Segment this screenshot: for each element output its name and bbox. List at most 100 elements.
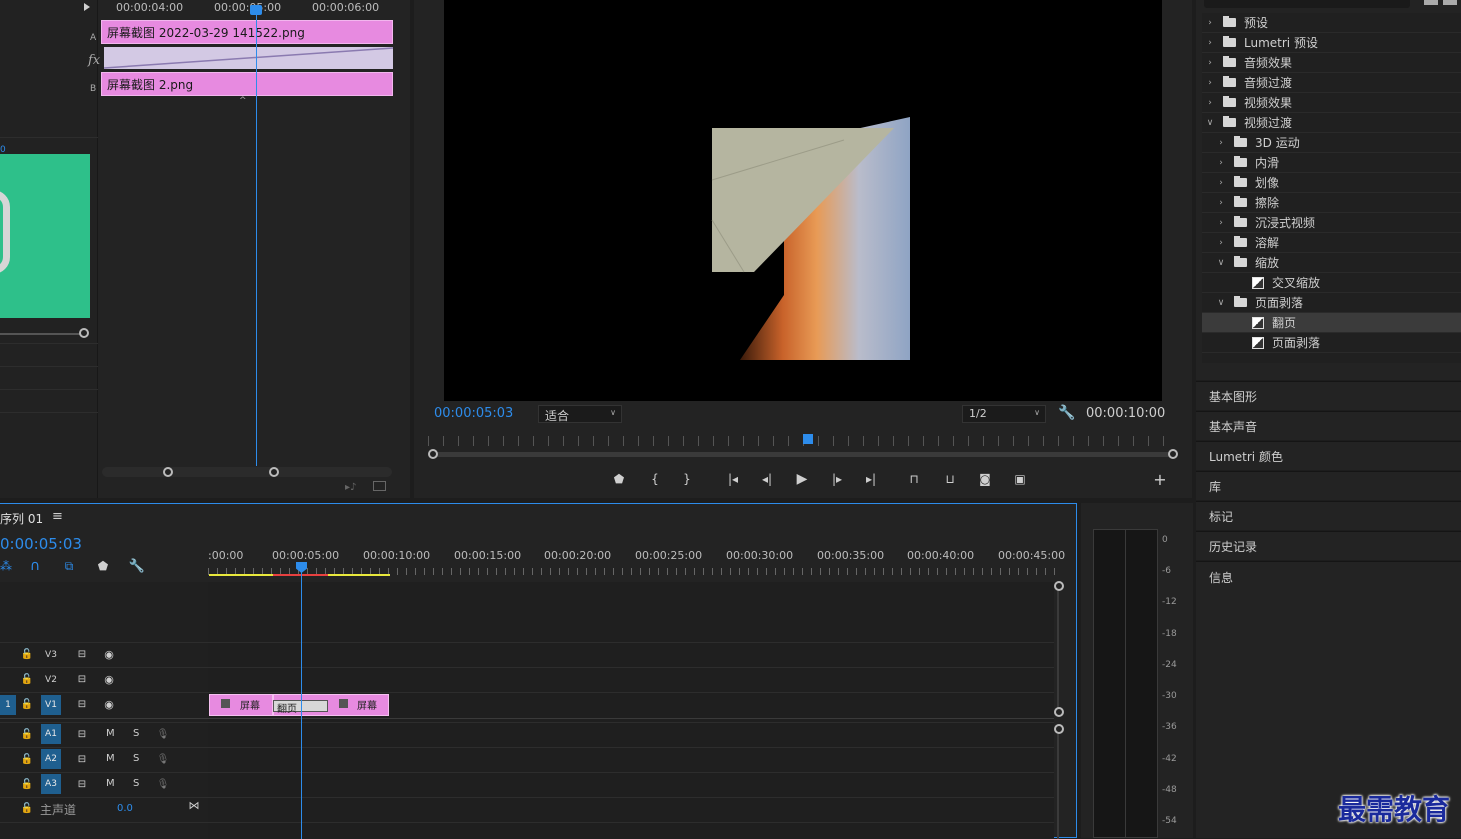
effects-folder[interactable]: › Lumetri 预设 [1202, 33, 1461, 53]
ec-zoom-handle-right[interactable] [269, 467, 279, 477]
lock-icon[interactable]: 🔓 [20, 801, 34, 815]
new-bin-icon[interactable] [1424, 0, 1438, 5]
microphone-icon[interactable]: 🎙 [157, 777, 170, 791]
sync-lock-icon[interactable]: ⊟ [74, 727, 90, 741]
transition-bar[interactable] [104, 47, 393, 69]
fit-select[interactable]: 适合 ∨ [538, 405, 622, 423]
insert-nest-icon[interactable]: ⁂ [0, 558, 12, 574]
chevron-right-icon[interactable]: › [1215, 138, 1227, 148]
effects-folder[interactable]: › 音频过渡 [1202, 73, 1461, 93]
chevron-right-icon[interactable]: › [1204, 18, 1216, 28]
track-a2-label[interactable]: A2 [41, 749, 61, 769]
add-marker-icon[interactable]: ⬟ [95, 558, 111, 574]
v1-clip-1[interactable]: 屏幕 [209, 694, 273, 716]
mute-button[interactable]: M [106, 728, 115, 739]
lock-icon[interactable]: 🔓 [20, 727, 34, 741]
effects-folder[interactable]: › 划像 [1202, 173, 1461, 193]
panel-history[interactable]: 历史记录 [1196, 531, 1461, 560]
sync-lock-icon[interactable]: ⊟ [74, 777, 90, 791]
mark-in-icon[interactable]: { [646, 470, 664, 488]
quality-select[interactable]: 1/2 ∨ [962, 405, 1046, 423]
chevron-right-icon[interactable]: › [1204, 38, 1216, 48]
effects-folder[interactable]: › 预设 [1202, 13, 1461, 33]
master-volume-value[interactable]: 0.0 [117, 803, 133, 814]
panel-libraries[interactable]: 库 [1196, 471, 1461, 500]
mute-button[interactable]: M [106, 778, 115, 789]
eye-icon[interactable]: ◉ [101, 672, 117, 686]
scroll-handle-mid[interactable] [1054, 707, 1064, 717]
ec-zoom-scrollbar[interactable] [102, 467, 392, 477]
ec-export-icon[interactable] [373, 481, 386, 491]
effect-item[interactable]: 翻页 [1202, 313, 1461, 333]
lock-icon[interactable]: 🔓 [20, 697, 34, 711]
effects-folder[interactable]: › 溶解 [1202, 233, 1461, 253]
track-a1-label[interactable]: A1 [41, 724, 61, 744]
new-preset-icon[interactable] [1443, 0, 1457, 5]
effects-folder[interactable]: › 音频效果 [1202, 53, 1461, 73]
compare-view-icon[interactable]: ▣ [1010, 470, 1030, 488]
effects-folder[interactable]: › 沉浸式视频 [1202, 213, 1461, 233]
panel-lumetri-color[interactable]: Lumetri 颜色 [1196, 441, 1461, 470]
preview-slider[interactable] [0, 333, 84, 335]
solo-button[interactable]: S [133, 778, 139, 789]
play-only-icon[interactable] [84, 3, 90, 11]
program-timecode[interactable]: 00:00:05:03 [434, 406, 513, 421]
button-editor-plus-icon[interactable]: + [1151, 470, 1169, 489]
lock-icon[interactable]: 🔓 [20, 647, 34, 661]
effects-folder[interactable]: › 擦除 [1202, 193, 1461, 213]
chevron-down-icon[interactable]: ∨ [1215, 258, 1227, 268]
go-to-in-icon[interactable]: |◂ [724, 470, 742, 488]
lift-icon[interactable]: ⊓ [904, 470, 924, 488]
extract-icon[interactable]: ⊔ [940, 470, 960, 488]
microphone-icon[interactable]: 🎙 [157, 752, 170, 766]
solo-button[interactable]: S [133, 753, 139, 764]
effects-folder[interactable]: ∨ 缩放 [1202, 253, 1461, 273]
scroll-handle-audio[interactable] [1054, 724, 1064, 734]
program-scrub-ticks[interactable] [428, 436, 1172, 446]
effect-item[interactable]: 页面剥落 [1202, 333, 1461, 353]
program-zoom-handle-left[interactable] [428, 449, 438, 459]
track-a3-label[interactable]: A3 [41, 774, 61, 794]
go-to-edit-icon[interactable]: ⋈ [186, 798, 202, 812]
chevron-right-icon[interactable]: › [1215, 158, 1227, 168]
add-marker-icon[interactable]: ⬟ [610, 470, 628, 488]
sync-lock-icon[interactable]: ⊟ [74, 672, 90, 686]
chevron-right-icon[interactable]: › [1215, 218, 1227, 228]
effects-folder[interactable]: ∨ 视频过渡 [1202, 113, 1461, 133]
program-zoom-bar[interactable] [432, 452, 1172, 457]
clip-a[interactable]: 屏幕截图 2022-03-29 141522.png [101, 20, 393, 44]
ec-playhead-handle[interactable] [250, 5, 262, 15]
chevron-right-icon[interactable]: › [1204, 58, 1216, 68]
track-v3-label[interactable]: V3 [41, 645, 61, 665]
step-back-icon[interactable]: ◂| [758, 470, 776, 488]
go-to-out-icon[interactable]: ▸| [862, 470, 880, 488]
chevron-right-icon[interactable]: › [1215, 178, 1227, 188]
vertical-scrollbar-audio[interactable] [1057, 734, 1059, 839]
eye-icon[interactable]: ◉ [101, 647, 117, 661]
timeline-ruler[interactable]: :00:00 00:00:05:00 00:00:10:00 00:00:15:… [208, 542, 1065, 578]
snap-magnet-icon[interactable]: ∩ [26, 558, 44, 574]
timeline-playhead-line[interactable] [301, 568, 302, 839]
ec-playhead-line[interactable] [256, 8, 257, 466]
sync-lock-icon[interactable]: ⊟ [74, 647, 90, 661]
mark-out-icon[interactable]: } [678, 470, 696, 488]
chevron-right-icon[interactable]: › [1215, 238, 1227, 248]
panel-essential-sound[interactable]: 基本声音 [1196, 411, 1461, 440]
sync-lock-icon[interactable]: ⊟ [74, 752, 90, 766]
panel-markers[interactable]: 标记 [1196, 501, 1461, 530]
effects-folder[interactable]: ∨ 页面剥落 [1202, 293, 1461, 313]
chevron-right-icon[interactable]: › [1204, 78, 1216, 88]
effects-folder[interactable]: › 3D 运动 [1202, 133, 1461, 153]
vertical-scrollbar-video[interactable] [1057, 588, 1059, 712]
source-patch-v1[interactable]: 1 [0, 695, 16, 715]
step-forward-icon[interactable]: |▸ [828, 470, 846, 488]
track-v1-label[interactable]: V1 [41, 695, 61, 715]
timeline-timecode[interactable]: 0:00:05:03 [0, 535, 82, 553]
chevron-down-icon[interactable]: ∨ [1215, 298, 1227, 308]
effect-item[interactable]: 交叉缩放 [1202, 273, 1461, 293]
ec-zoom-handle-left[interactable] [163, 467, 173, 477]
microphone-icon[interactable]: 🎙 [157, 727, 170, 741]
camera-icon[interactable]: ◙ [976, 470, 994, 488]
sync-lock-icon[interactable]: ⊟ [74, 697, 90, 711]
wrench-icon[interactable]: 🔧 [128, 558, 146, 574]
